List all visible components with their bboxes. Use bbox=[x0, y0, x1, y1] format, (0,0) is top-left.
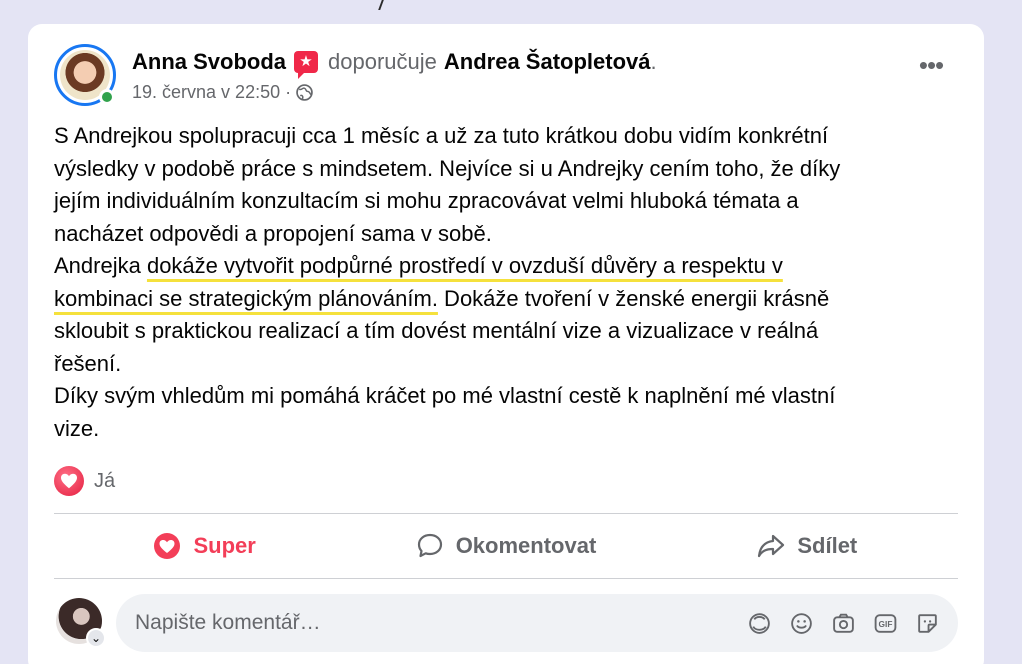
background-mark bbox=[378, 0, 390, 10]
share-button[interactable]: Sdílet bbox=[657, 518, 958, 574]
post-line: Díky svým vhledům mi pomáhá kráčet po mé… bbox=[54, 383, 836, 408]
highlighted-text: dokáže vytvořit podpůrné prostředí v ovz… bbox=[146, 253, 783, 278]
online-status-indicator bbox=[99, 89, 115, 105]
author-name-link[interactable]: Anna Svoboda bbox=[132, 48, 286, 76]
post-line: skloubit s praktickou realizací a tím do… bbox=[54, 318, 819, 343]
post-meta: 19. června v 22:50 · bbox=[132, 82, 313, 103]
super-button[interactable]: Super bbox=[54, 518, 355, 574]
comment-button[interactable]: Okomentovat bbox=[355, 518, 656, 574]
chevron-down-icon[interactable]: ⌄ bbox=[86, 628, 106, 648]
recommendation-post: Anna Svoboda ★ doporučuje Andrea Šatople… bbox=[28, 24, 984, 664]
post-line: výsledky v podobě práce s mindsetem. Nej… bbox=[54, 155, 841, 181]
avatar-status-icon[interactable] bbox=[746, 610, 772, 636]
divider bbox=[54, 578, 958, 579]
action-bar: Super Okomentovat Sdílet bbox=[54, 518, 958, 574]
comment-tools: GIF bbox=[746, 610, 940, 636]
post-line: S Andrejkou spolupracuji cca 1 měsíc a u… bbox=[54, 123, 829, 148]
post-line: vize. bbox=[54, 415, 100, 441]
comment-label: Okomentovat bbox=[455, 533, 597, 558]
comment-input[interactable] bbox=[135, 611, 695, 635]
post-line: kombinaci se strategickým plánováním. Do… bbox=[54, 283, 954, 316]
share-icon bbox=[758, 534, 785, 558]
globe-icon[interactable] bbox=[296, 84, 313, 101]
share-label: Sdílet bbox=[797, 533, 858, 558]
post-timestamp[interactable]: 19. června v 22:50 · bbox=[132, 82, 291, 103]
post-line: Andrejka dokáže vytvořit podpůrné prostř… bbox=[54, 250, 954, 283]
divider bbox=[54, 513, 958, 514]
reaction-label: Já bbox=[94, 469, 116, 492]
emoji-icon[interactable] bbox=[788, 610, 814, 636]
reactions-summary[interactable]: Já bbox=[54, 466, 115, 496]
post-text-segment: Andrejka bbox=[54, 253, 147, 278]
post-body: S Andrejkou spolupracuji cca 1 měsíc a u… bbox=[54, 120, 954, 445]
recommends-verb: doporučuje bbox=[328, 49, 437, 74]
post-header: Anna Svoboda ★ doporučuje Andrea Šatople… bbox=[132, 48, 657, 79]
recommended-page-link[interactable]: Andrea Šatopletová bbox=[444, 48, 651, 76]
more-options-icon[interactable]: ••• bbox=[916, 52, 946, 84]
post-text-segment: Dokáže tvoření v ženské energii krásně bbox=[437, 285, 830, 311]
camera-icon[interactable] bbox=[830, 610, 856, 636]
post-line: jejím individuálním konzultacím si mohu … bbox=[54, 188, 799, 213]
love-reaction-icon bbox=[54, 466, 84, 496]
header-period: . bbox=[650, 49, 657, 74]
comment-composer: GIF bbox=[116, 594, 958, 652]
post-line: nacházet odpovědi a propojení sama v sob… bbox=[54, 220, 492, 246]
gif-icon[interactable]: GIF bbox=[872, 610, 898, 636]
comment-icon bbox=[417, 533, 442, 558]
post-line: řešení. bbox=[54, 350, 122, 376]
sticker-icon[interactable] bbox=[914, 610, 940, 636]
heart-icon bbox=[154, 533, 181, 559]
recommend-badge-icon: ★ bbox=[294, 51, 319, 79]
highlighted-text: kombinaci se strategickým plánováním. bbox=[54, 285, 438, 311]
svg-text:GIF: GIF bbox=[878, 619, 892, 629]
super-label: Super bbox=[193, 533, 256, 558]
